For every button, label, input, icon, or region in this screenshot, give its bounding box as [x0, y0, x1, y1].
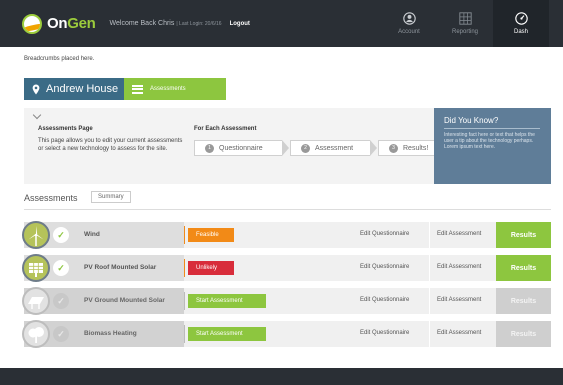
- row-separator: [184, 292, 185, 310]
- checkmark-icon: ✓: [53, 326, 69, 342]
- technology-name: PV Roof Mounted Solar: [84, 264, 157, 271]
- row-separator: [184, 226, 185, 244]
- step-questionnaire: 1 Questionnaire: [194, 140, 289, 156]
- did-you-know-panel: Did You Know? Interesting fact here or t…: [434, 108, 551, 184]
- chevron-down-icon[interactable]: [32, 110, 42, 120]
- edit-assessment-link[interactable]: Edit Assessment: [437, 297, 481, 303]
- footer-bar: [0, 368, 563, 385]
- technology-cell: ✓ PV Ground Mounted Solar: [22, 287, 184, 315]
- info-panel: Assessments Page This page allows you to…: [24, 108, 445, 184]
- technology-name: Biomass Heating: [84, 330, 137, 337]
- wind-turbine-icon: [22, 221, 50, 249]
- menu-icon: [132, 84, 143, 94]
- breadcrumb[interactable]: Breadcrumbs placed here.: [24, 56, 94, 62]
- account-icon: [402, 12, 416, 25]
- row-separator: [184, 259, 185, 277]
- top-bar: OnGen Welcome Back Chris | Last Login: 2…: [0, 0, 563, 47]
- steps-heading: For Each Assessment: [194, 126, 257, 132]
- edit-questionnaire-link[interactable]: Edit Questionnaire: [360, 231, 409, 237]
- ground-solar-icon: [22, 287, 50, 315]
- page-title: Assessments Page: [38, 126, 93, 132]
- step-assessment: 2 Assessment: [290, 140, 377, 156]
- start-assessment-button[interactable]: Start Assessment: [188, 294, 266, 308]
- did-you-know-text: Interesting fact here or text that helps…: [444, 132, 535, 150]
- results-button[interactable]: Results: [496, 255, 551, 281]
- solar-panel-icon: [22, 254, 50, 282]
- nav-reporting-label: Reporting: [451, 29, 478, 35]
- nav-account-label: Account: [398, 29, 420, 35]
- column-divider: [429, 222, 430, 248]
- column-divider: [429, 255, 430, 281]
- project-name: Andrew House: [46, 83, 119, 95]
- project-header[interactable]: Andrew House: [24, 78, 124, 100]
- row-separator: [184, 325, 185, 343]
- nav-dash[interactable]: Dash: [493, 0, 549, 47]
- technology-name: Wind: [84, 231, 100, 238]
- checkmark-icon: ✓: [53, 260, 69, 276]
- column-divider: [429, 288, 430, 314]
- results-button[interactable]: Results: [496, 222, 551, 248]
- step-number: 3: [389, 143, 398, 153]
- step-label: Questionnaire: [219, 144, 263, 152]
- step-indicator: 1 Questionnaire 2 Assessment 3 Results!: [194, 140, 446, 156]
- location-pin-icon: [32, 84, 40, 94]
- step-label: Assessment: [315, 144, 354, 152]
- welcome-message: Welcome Back Chris: [109, 20, 175, 27]
- logo-text: OnGen: [47, 15, 96, 32]
- edit-questionnaire-link[interactable]: Edit Questionnaire: [360, 297, 409, 303]
- edit-assessment-link[interactable]: Edit Assessment: [437, 264, 481, 270]
- ongen-logo-icon: [22, 13, 42, 34]
- nav-account[interactable]: Account: [381, 0, 437, 47]
- reporting-icon: [458, 12, 472, 25]
- did-you-know-title: Did You Know?: [444, 116, 499, 125]
- assessment-row-wind: ✓ Wind Feasible Edit Questionnaire Edit …: [22, 221, 551, 249]
- logout-link[interactable]: Logout: [230, 21, 250, 27]
- technology-name: PV Ground Mounted Solar: [84, 297, 165, 304]
- status-badge: Unlikely: [188, 261, 234, 275]
- assessments-heading: Assessments: [24, 193, 78, 203]
- assessment-row-biomass: ✓ Biomass Heating Start Assessment Edit …: [22, 320, 551, 348]
- column-divider: [429, 321, 430, 347]
- page-description: This page allows you to edit your curren…: [38, 138, 183, 152]
- biomass-tree-icon: [22, 320, 50, 348]
- edit-questionnaire-link[interactable]: Edit Questionnaire: [360, 264, 409, 270]
- assessment-row-pv-ground: ✓ PV Ground Mounted Solar Start Assessme…: [22, 287, 551, 315]
- technology-cell: ✓ Wind: [22, 221, 184, 249]
- step-number: 1: [205, 143, 214, 153]
- top-nav: Account Reporting Dash: [381, 0, 549, 47]
- summary-button[interactable]: Summary: [91, 191, 131, 203]
- edit-assessment-link[interactable]: Edit Assessment: [437, 231, 481, 237]
- nav-reporting[interactable]: Reporting: [437, 0, 493, 47]
- technology-cell: ✓ PV Roof Mounted Solar: [22, 254, 184, 282]
- divider: [24, 209, 551, 210]
- assessments-tab-label: Assessments: [150, 86, 186, 92]
- status-badge: Feasible: [188, 228, 234, 242]
- divider: [444, 128, 540, 129]
- assessments-tab[interactable]: Assessments: [124, 78, 226, 100]
- step-number: 2: [301, 143, 310, 153]
- results-button: Results: [496, 321, 551, 347]
- checkmark-icon: ✓: [53, 227, 69, 243]
- edit-assessment-link[interactable]: Edit Assessment: [437, 330, 481, 336]
- checkmark-icon: ✓: [53, 293, 69, 309]
- start-assessment-button[interactable]: Start Assessment: [188, 327, 266, 341]
- step-label: Results!: [403, 144, 429, 152]
- assessment-row-pv-roof: ✓ PV Roof Mounted Solar Unlikely Edit Qu…: [22, 254, 551, 282]
- edit-questionnaire-link[interactable]: Edit Questionnaire: [360, 330, 409, 336]
- results-button: Results: [496, 288, 551, 314]
- step-results: 3 Results!: [378, 140, 445, 156]
- technology-cell: ✓ Biomass Heating: [22, 320, 184, 348]
- dashboard-icon: [514, 12, 528, 25]
- logo[interactable]: OnGen: [22, 13, 96, 34]
- nav-dash-label: Dash: [513, 29, 528, 35]
- last-login: | Last Login: 20/6/16: [176, 20, 222, 27]
